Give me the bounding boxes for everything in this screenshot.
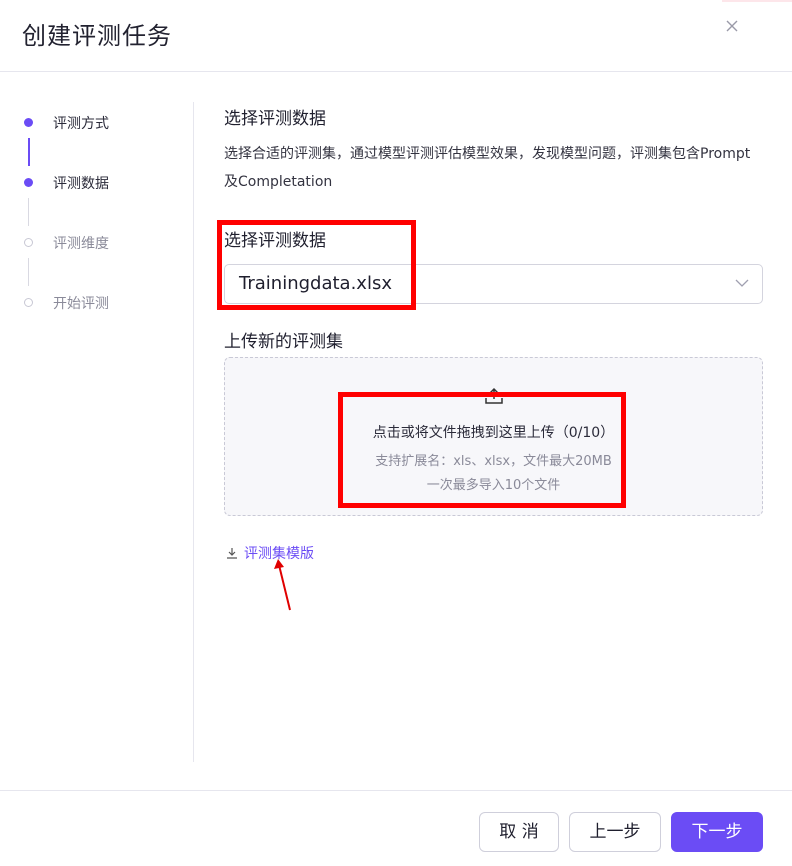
- step-label: 开始评测: [53, 296, 109, 312]
- step-connector: [28, 138, 30, 166]
- close-icon[interactable]: [722, 18, 742, 38]
- dialog-header: 创建评测任务: [0, 0, 792, 72]
- step-dot-icon: [24, 298, 33, 307]
- section-title: 选择评测数据: [224, 109, 326, 129]
- chevron-down-icon: [735, 279, 749, 287]
- upload-label: 上传新的评测集: [224, 332, 343, 352]
- step-label: 评测维度: [53, 236, 109, 252]
- vertical-divider: [193, 102, 194, 762]
- dialog-title: 创建评测任务: [22, 22, 172, 50]
- step-dot-icon: [24, 118, 33, 127]
- prev-step-button[interactable]: 上一步: [569, 812, 661, 852]
- next-step-button[interactable]: 下一步: [671, 812, 763, 852]
- step-dot-icon: [24, 178, 33, 187]
- step-3: 评测维度: [0, 230, 190, 254]
- step-connector: [28, 258, 29, 286]
- section-description: 选择合适的评测集，通过模型评测评估模型效果，发现模型问题，评测集包含Prompt…: [224, 146, 751, 190]
- footer-divider: [0, 790, 792, 791]
- annotation-box-upload: [338, 392, 626, 508]
- step-1: 评测方式: [0, 110, 190, 134]
- step-2: 评测数据: [0, 170, 190, 194]
- step-label: 评测数据: [53, 176, 109, 192]
- download-icon: [227, 548, 237, 559]
- step-dot-icon: [24, 238, 33, 247]
- step-label: 评测方式: [53, 116, 109, 132]
- annotation-arrow: [274, 559, 291, 611]
- step-4: 开始评测: [0, 290, 190, 314]
- annotation-box-select: [217, 220, 416, 310]
- step-connector: [28, 198, 29, 226]
- step-navigator: 评测方式 评测数据 评测维度 开始评测: [0, 72, 194, 762]
- cancel-button[interactable]: 取 消: [479, 812, 559, 852]
